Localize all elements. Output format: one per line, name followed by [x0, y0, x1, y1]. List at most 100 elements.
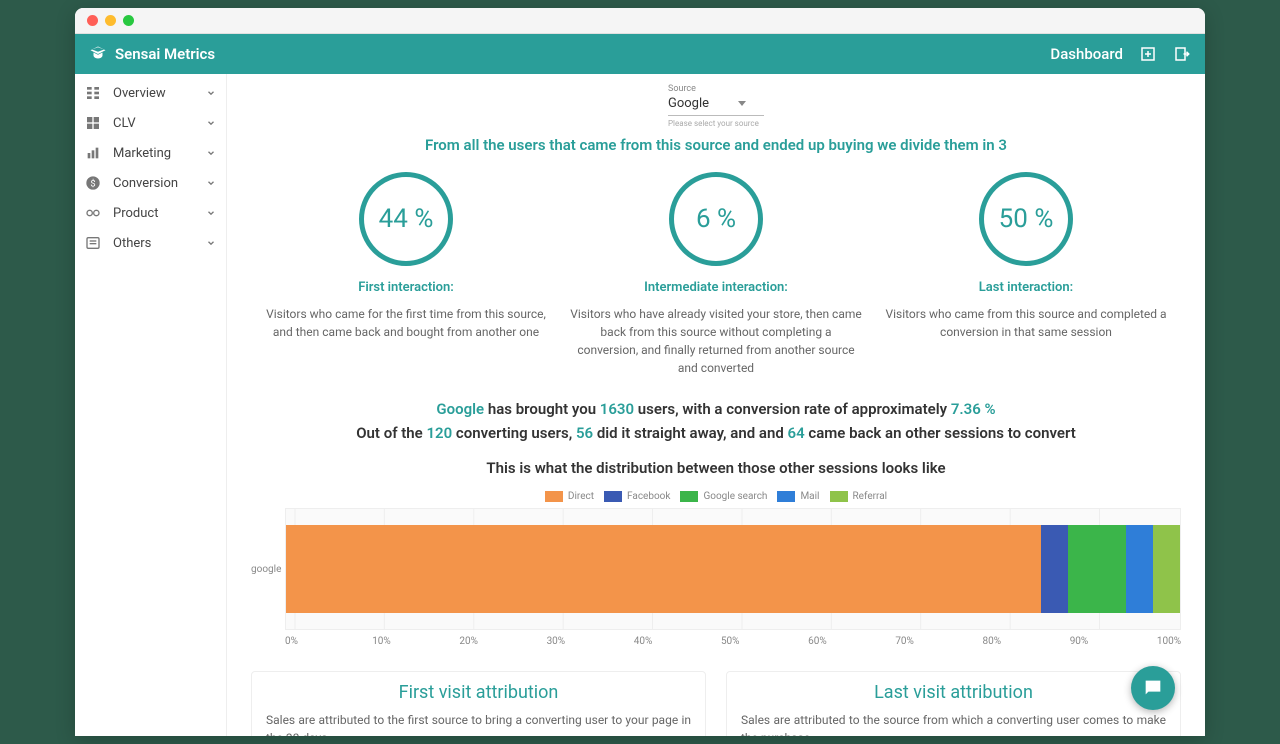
source-help-text: Please select your source — [668, 119, 764, 128]
legend-item: Google search — [680, 491, 767, 502]
sidebar-item-label: Marketing — [113, 146, 194, 161]
distribution-chart: google — [251, 508, 1181, 630]
window-titlebar — [75, 8, 1205, 34]
chevron-down-icon — [206, 118, 216, 128]
legend-swatch — [777, 491, 795, 502]
chevron-down-icon — [206, 238, 216, 248]
card-text: Sales are attributed to the source from … — [741, 711, 1166, 736]
maximize-window-icon[interactable] — [123, 15, 134, 26]
bar-segment-google-search — [1068, 525, 1126, 613]
app-header: Sensai Metrics Dashboard — [75, 34, 1205, 74]
link-icon — [85, 205, 101, 221]
source-select[interactable]: Source Google Please select your source — [668, 84, 764, 128]
chevron-down-icon — [206, 88, 216, 98]
sidebar-item-label: CLV — [113, 116, 194, 131]
sidebar-item-others[interactable]: Others — [75, 228, 226, 258]
bar-segment-mail — [1126, 525, 1153, 613]
sidebar-item-label: Conversion — [113, 176, 194, 191]
caret-down-icon — [738, 101, 746, 106]
x-tick: 80% — [983, 636, 1070, 647]
metric-desc: Visitors who came for the first time fro… — [259, 305, 553, 341]
x-tick: 100% — [1157, 636, 1181, 647]
source-selected-value: Google — [668, 96, 709, 111]
sidebar-item-label: Overview — [113, 86, 194, 101]
legend-item: Mail — [777, 491, 819, 502]
legend-item: Referral — [830, 491, 888, 502]
list-icon — [85, 235, 101, 251]
chat-button[interactable] — [1131, 666, 1175, 710]
brand: Sensai Metrics — [89, 45, 215, 63]
card-title: Last visit attribution — [741, 682, 1166, 703]
chart-subhead: This is what the distribution between th… — [251, 459, 1181, 477]
legend-label: Google search — [703, 491, 767, 502]
x-tick: 70% — [895, 636, 982, 647]
metric-column: 50 % Last interaction: Visitors who came f… — [871, 172, 1181, 377]
legend-label: Facebook — [627, 491, 670, 502]
first-visit-card: First visit attribution Sales are attrib… — [251, 671, 706, 736]
x-tick: 50% — [721, 636, 808, 647]
metric-circle: 6 % — [669, 172, 763, 266]
last-visit-card: Last visit attribution Sales are attribu… — [726, 671, 1181, 736]
x-tick: 30% — [547, 636, 634, 647]
x-tick: 0% — [285, 636, 372, 647]
legend-label: Referral — [853, 491, 888, 502]
chevron-down-icon — [206, 208, 216, 218]
metric-title: Intermediate interaction: — [569, 280, 863, 295]
bar-segment-direct — [286, 525, 1041, 613]
chevron-down-icon — [206, 148, 216, 158]
sidebar-item-clv[interactable]: CLV — [75, 108, 226, 138]
metric-column: 6 % Intermediate interaction: Visitors who… — [561, 172, 871, 377]
section-headline: From all the users that came from this s… — [251, 136, 1181, 154]
sidebar-item-marketing[interactable]: Marketing — [75, 138, 226, 168]
legend-swatch — [604, 491, 622, 502]
legend-swatch — [830, 491, 848, 502]
close-window-icon[interactable] — [87, 15, 98, 26]
expand-icon[interactable] — [1139, 45, 1157, 63]
dashboard-icon — [85, 85, 101, 101]
legend-swatch — [545, 491, 563, 502]
sidebar-item-product[interactable]: Product — [75, 198, 226, 228]
logout-icon[interactable] — [1173, 45, 1191, 63]
bar-segment-facebook — [1041, 525, 1068, 613]
chevron-down-icon — [206, 178, 216, 188]
card-text: Sales are attributed to the first source… — [266, 711, 691, 736]
chart-legend: Direct Facebook Google search Mail Referral — [251, 491, 1181, 502]
dollar-icon: $ — [85, 175, 101, 191]
sidebar-item-overview[interactable]: Overview — [75, 78, 226, 108]
metric-circle: 50 % — [979, 172, 1073, 266]
card-title: First visit attribution — [266, 682, 691, 703]
brand-logo-icon — [89, 45, 107, 63]
legend-label: Direct — [568, 491, 594, 502]
dashboard-link[interactable]: Dashboard — [1050, 45, 1123, 63]
chart-icon — [85, 145, 101, 161]
sidebar: Overview CLV Marketing $ Conversion Prod… — [75, 74, 227, 736]
x-tick: 20% — [459, 636, 546, 647]
metric-title: Last interaction: — [879, 280, 1173, 295]
x-tick: 60% — [808, 636, 895, 647]
minimize-window-icon[interactable] — [105, 15, 116, 26]
sidebar-item-conversion[interactable]: $ Conversion — [75, 168, 226, 198]
metric-circle: 44 % — [359, 172, 453, 266]
legend-item: Direct — [545, 491, 594, 502]
grid-icon — [85, 115, 101, 131]
summary-text: Google has brought you 1630 users, with … — [251, 397, 1181, 445]
metric-column: 44 % First interaction: Visitors who came … — [251, 172, 561, 377]
x-tick: 40% — [634, 636, 721, 647]
source-field-label: Source — [668, 84, 764, 94]
sidebar-item-label: Others — [113, 236, 194, 251]
x-tick: 90% — [1070, 636, 1157, 647]
metric-title: First interaction: — [259, 280, 553, 295]
metric-desc: Visitors who have already visited your s… — [569, 305, 863, 377]
legend-label: Mail — [800, 491, 819, 502]
legend-item: Facebook — [604, 491, 670, 502]
x-tick: 10% — [372, 636, 459, 647]
sidebar-item-label: Product — [113, 206, 194, 221]
chart-y-category: google — [251, 564, 285, 575]
brand-name: Sensai Metrics — [115, 45, 215, 63]
chart-x-axis: 0%10%20%30%40%50%60%70%80%90%100% — [285, 636, 1181, 647]
chat-icon — [1142, 677, 1164, 699]
svg-text:$: $ — [90, 178, 95, 189]
bar-segment-referral — [1153, 525, 1180, 613]
legend-swatch — [680, 491, 698, 502]
metric-desc: Visitors who came from this source and c… — [879, 305, 1173, 341]
